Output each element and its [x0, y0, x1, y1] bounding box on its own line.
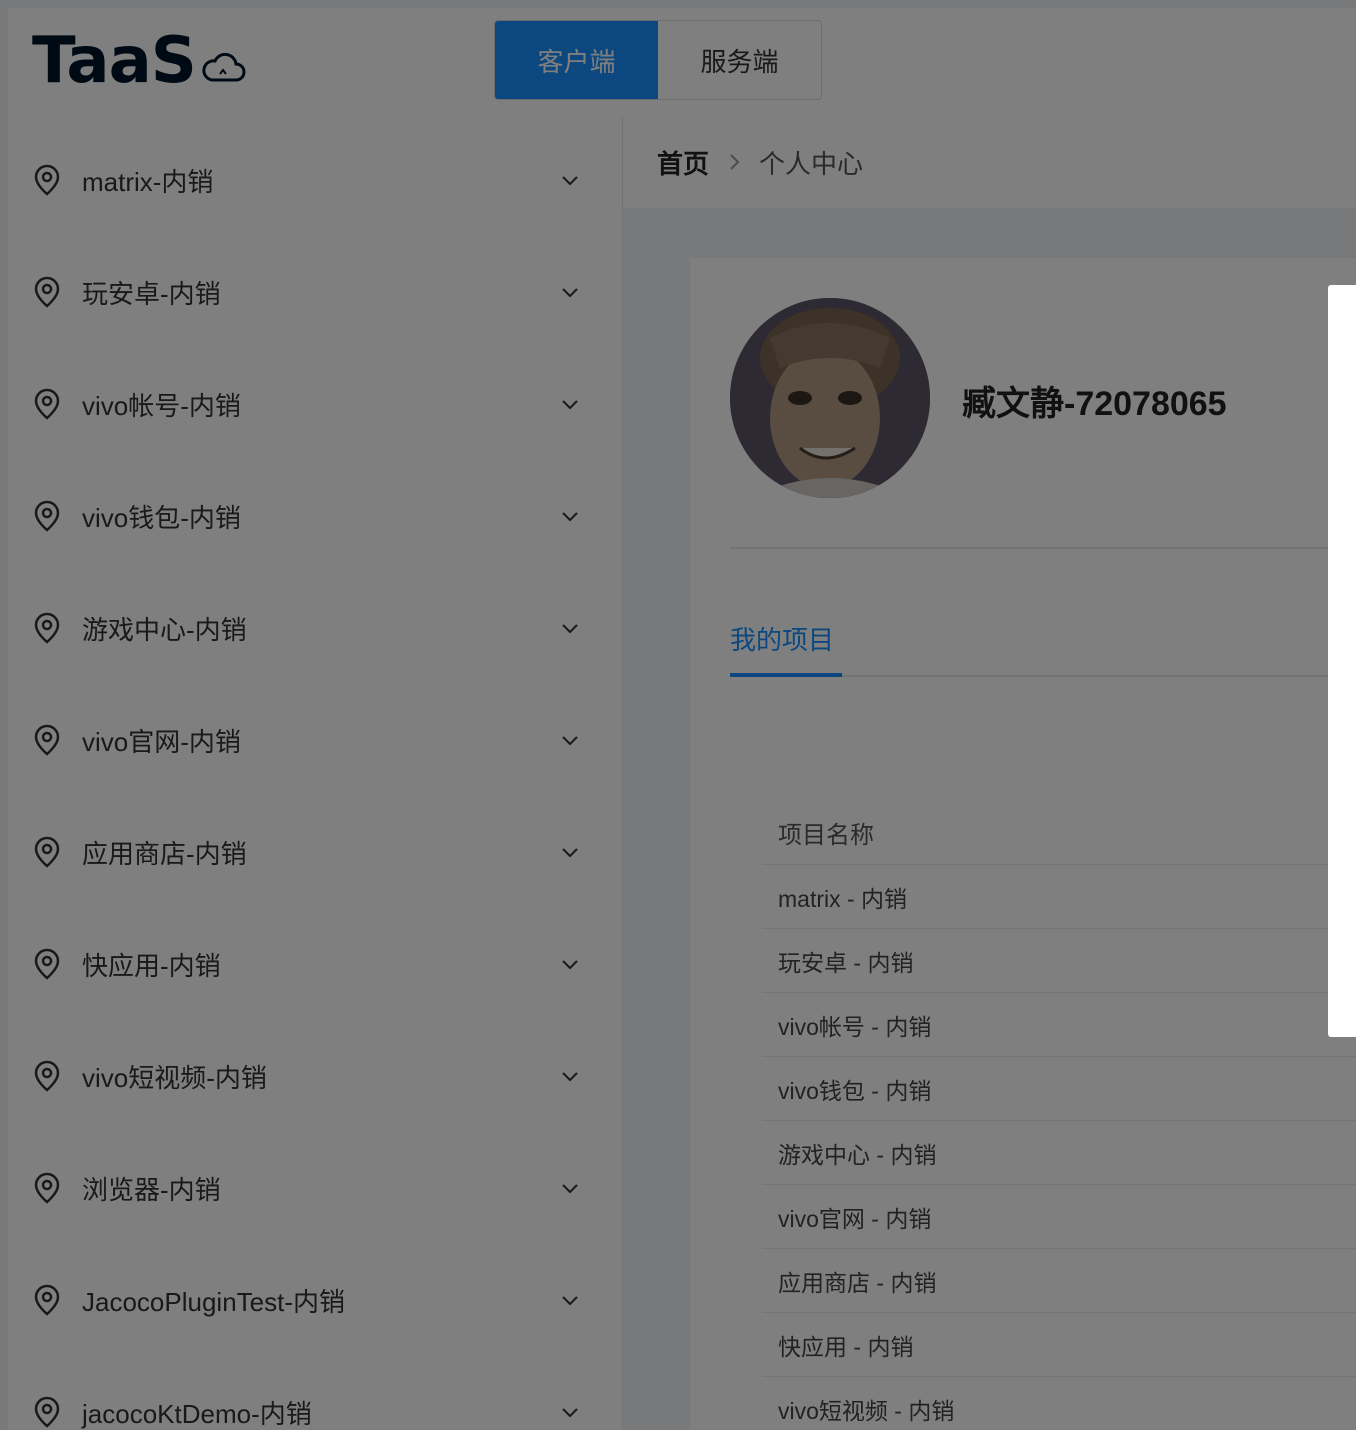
modal-overlay-mask[interactable] — [0, 0, 1356, 1430]
modal-dialog[interactable] — [1328, 285, 1356, 1037]
